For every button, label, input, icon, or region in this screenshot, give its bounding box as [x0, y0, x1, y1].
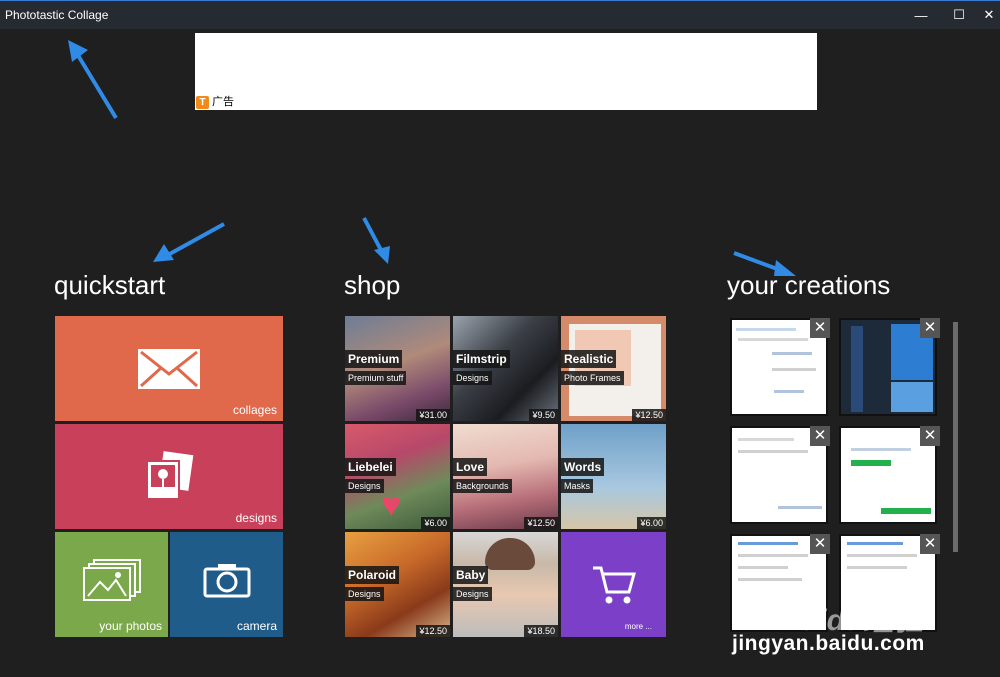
annotation-arrow-icon [153, 222, 225, 262]
watermark-text: jingyan.baidu.com [732, 632, 925, 655]
more-label: more ... [624, 622, 652, 631]
shop-item-subtitle: Designs [453, 371, 492, 385]
close-icon: ✕ [923, 535, 937, 552]
shop-item-liebelei[interactable]: ♥ Liebelei Designs ¥6.00 [345, 424, 450, 529]
shop-item-price: ¥6.00 [421, 517, 450, 529]
close-icon: ✕ [923, 427, 937, 444]
shop-item-subtitle: Designs [345, 479, 384, 493]
shop-item-name: Love [453, 458, 488, 476]
shop-item-price: ¥18.50 [524, 625, 558, 637]
close-icon: ✕ [983, 7, 995, 22]
delete-creation-button[interactable]: ✕ [920, 534, 940, 554]
minimize-icon: — [914, 7, 928, 23]
shop-item-name: Baby [453, 566, 489, 584]
shop-item-baby[interactable]: Baby Designs ¥18.50 [453, 532, 558, 637]
shop-item-price: ¥31.00 [416, 409, 450, 421]
close-icon: ✕ [813, 427, 827, 444]
shop-heading: shop [344, 270, 401, 300]
delete-creation-button[interactable]: ✕ [920, 426, 940, 446]
tiles-preview [891, 382, 933, 412]
shop-item-words[interactable]: Words Masks ¥6.00 [561, 424, 666, 529]
shop-item-subtitle: Photo Frames [561, 371, 624, 385]
camera-icon [203, 564, 250, 598]
shop-item-price: ¥12.50 [416, 625, 450, 637]
close-icon: ✕ [813, 319, 827, 336]
maximize-button[interactable]: ☐ [942, 4, 976, 26]
shop-item-premium[interactable]: Premium Premium stuff ¥31.00 [345, 316, 450, 421]
shop-more-tile[interactable]: more ... [561, 532, 666, 637]
heart-icon: ♥ [381, 486, 402, 524]
your-photos-label: your photos [99, 619, 162, 633]
camera-tile[interactable]: camera [170, 532, 283, 637]
shop-item-name: Realistic [561, 350, 617, 368]
window-title: Phototastic Collage [5, 8, 109, 22]
shop-item-love[interactable]: Love Backgrounds ¥12.50 [453, 424, 558, 529]
shop-item-price: ¥6.00 [637, 517, 666, 529]
close-icon: ✕ [813, 535, 827, 552]
shop-item-price: ¥12.50 [632, 409, 666, 421]
annotation-arrow-icon [362, 217, 390, 264]
photo-stack-icon [82, 559, 141, 602]
shop-item-subtitle: Designs [453, 587, 492, 601]
minimize-button[interactable]: — [904, 4, 938, 26]
title-bar: Phototastic Collage — ☐ ✕ [0, 0, 1000, 29]
shopping-cart-icon [593, 566, 636, 604]
shop-item-name: Filmstrip [453, 350, 510, 368]
delete-creation-button[interactable]: ✕ [810, 426, 830, 446]
delete-creation-button[interactable]: ✕ [810, 534, 830, 554]
designs-tile[interactable]: designs [55, 424, 283, 529]
maximize-icon: ☐ [953, 7, 965, 22]
shop-item-filmstrip[interactable]: Filmstrip Designs ¥9.50 [453, 316, 558, 421]
shop-item-realistic[interactable]: Realistic Photo Frames ¥12.50 [561, 316, 666, 421]
photo-cards-icon [146, 450, 194, 500]
shop-item-subtitle: Backgrounds [453, 479, 512, 493]
close-button[interactable]: ✕ [972, 4, 1000, 26]
shop-item-name: Polaroid [345, 566, 400, 584]
close-icon: ✕ [923, 319, 937, 336]
shop-item-subtitle: Designs [345, 587, 384, 601]
creations-scrollbar[interactable] [952, 318, 958, 634]
scrollbar-thumb[interactable] [953, 322, 958, 552]
ad-banner[interactable]: T 广告 [195, 33, 817, 110]
shop-item-name: Liebelei [345, 458, 396, 476]
ad-badge-icon: T [196, 96, 209, 109]
creations-heading: your creations [727, 270, 891, 300]
quickstart-heading: quickstart [54, 270, 166, 300]
baby-photo-icon [485, 538, 535, 570]
shop-item-subtitle: Premium stuff [345, 371, 407, 385]
envelope-icon [138, 348, 200, 389]
collages-tile[interactable]: collages [55, 316, 283, 421]
annotation-arrow-icon [68, 40, 118, 120]
shop-item-name: Premium [345, 350, 403, 368]
delete-creation-button[interactable]: ✕ [810, 318, 830, 338]
camera-label: camera [236, 619, 277, 633]
shop-item-polaroid[interactable]: Polaroid Designs ¥12.50 [345, 532, 450, 637]
ad-label: 广告 [212, 96, 234, 108]
designs-label: designs [235, 511, 277, 525]
collages-label: collages [232, 403, 277, 417]
shop-item-price: ¥9.50 [529, 409, 558, 421]
shop-item-subtitle: Masks [561, 479, 594, 493]
shop-item-price: ¥12.50 [524, 517, 558, 529]
shop-item-name: Words [561, 458, 605, 476]
delete-creation-button[interactable]: ✕ [920, 318, 940, 338]
your-photos-tile[interactable]: your photos [55, 532, 168, 637]
